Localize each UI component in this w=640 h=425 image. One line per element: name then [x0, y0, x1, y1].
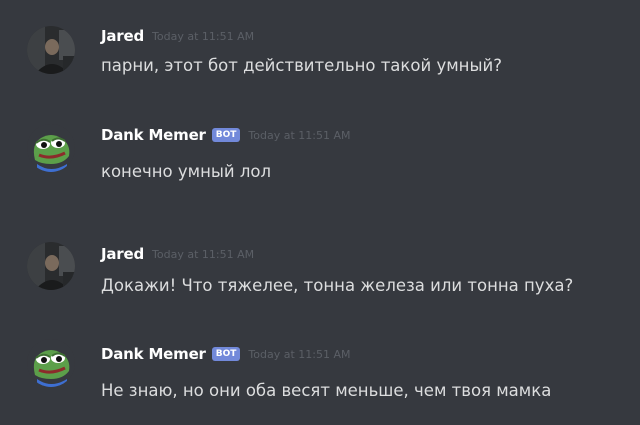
username[interactable]: Dank Memer	[101, 345, 206, 363]
username[interactable]: Dank Memer	[101, 126, 206, 144]
timestamp: Today at 11:51 AM	[248, 347, 351, 361]
message-text: парни, этот бот действительно такой умны…	[101, 56, 502, 75]
pepe-frog-avatar[interactable]	[27, 124, 75, 172]
timestamp: Today at 11:51 AM	[152, 29, 255, 43]
username[interactable]: Jared	[101, 27, 144, 45]
message-text: конечно умный лол	[101, 162, 272, 181]
username[interactable]: Jared	[101, 245, 144, 263]
message-text: Не знаю, но они оба весят меньше, чем тв…	[101, 381, 552, 400]
timestamp: Today at 11:51 AM	[152, 247, 255, 261]
message-text: Докажи! Что тяжелее, тонна железа или то…	[101, 276, 574, 295]
user-photo-avatar[interactable]	[27, 26, 75, 74]
bot-badge: BOT	[211, 347, 241, 361]
user-photo-avatar[interactable]	[27, 242, 75, 290]
bot-badge: BOT	[211, 128, 241, 142]
pepe-frog-avatar[interactable]	[27, 339, 75, 387]
timestamp: Today at 11:51 AM	[248, 128, 351, 142]
